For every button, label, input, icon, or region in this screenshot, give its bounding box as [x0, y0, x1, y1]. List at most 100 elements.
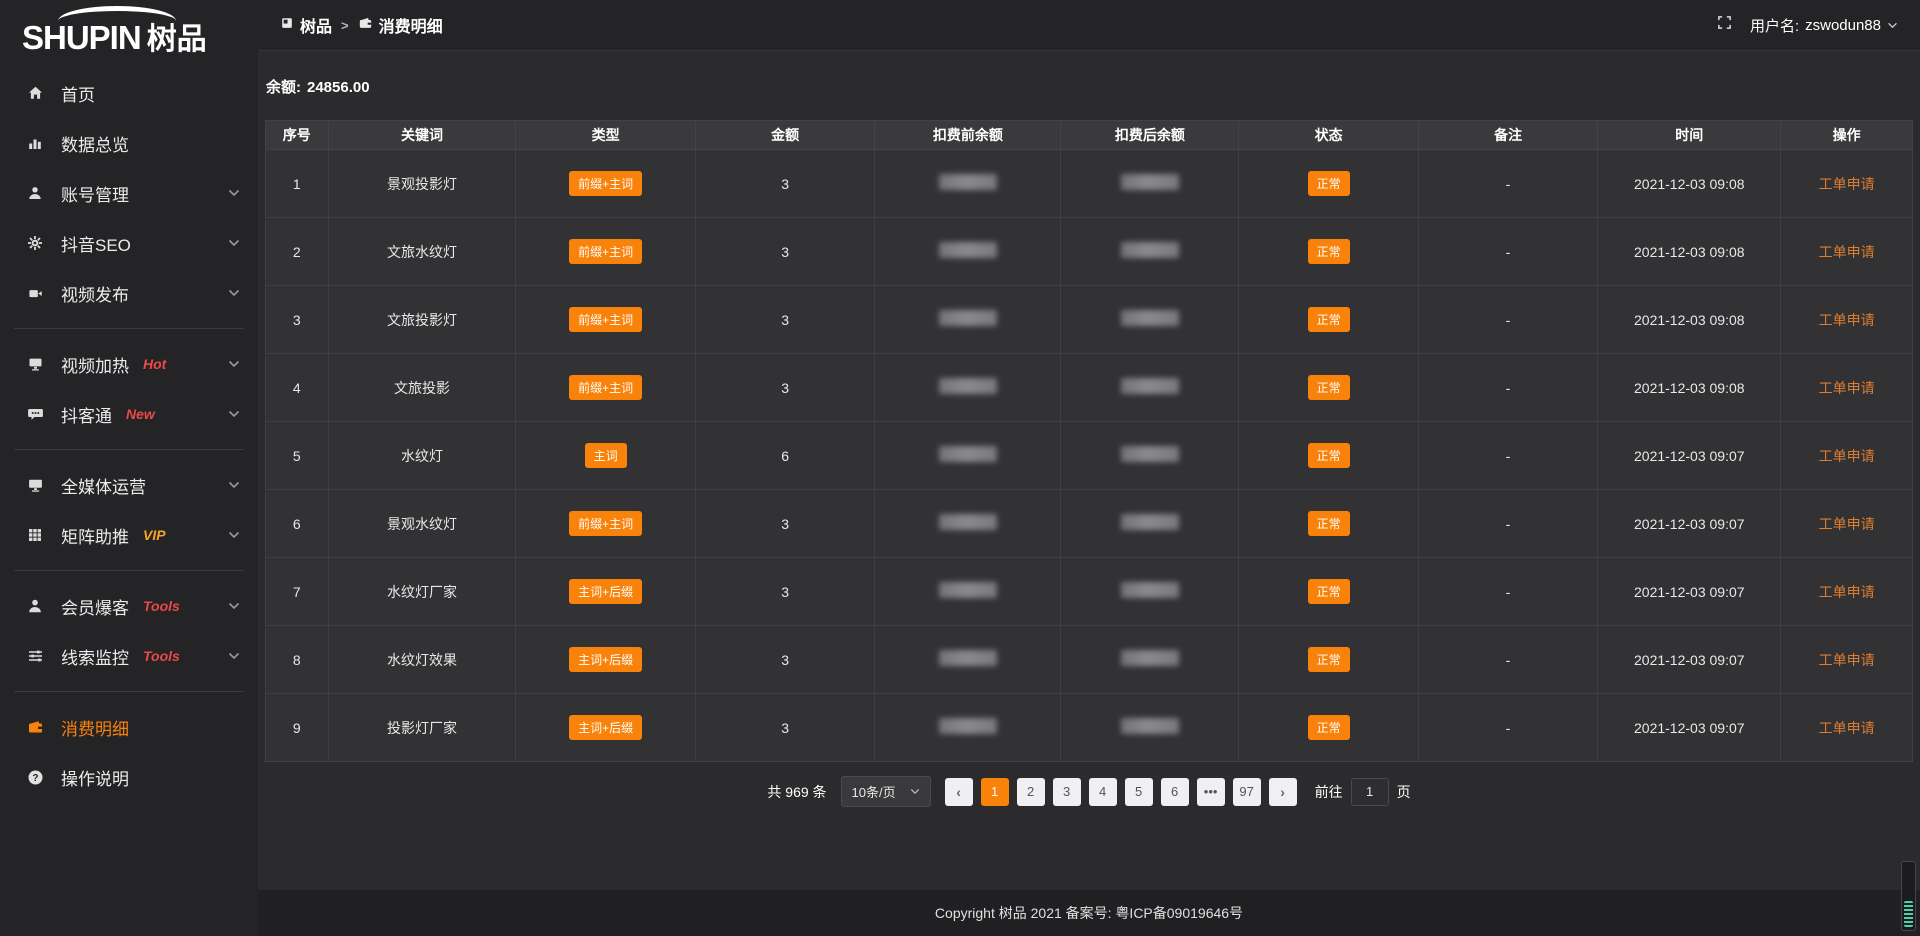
- type-badge: 主词+后缀: [569, 715, 642, 740]
- cell-remark: -: [1418, 286, 1598, 354]
- page-number-button[interactable]: 4: [1089, 778, 1117, 806]
- work-order-link[interactable]: 工单申请: [1819, 448, 1875, 464]
- sidebar-item[interactable]: 全媒体运营: [0, 460, 258, 510]
- sidebar-nav: 首页 数据总览 账号管理: [0, 68, 258, 802]
- masked-balance-before: [939, 446, 997, 462]
- sidebar-item[interactable]: 首页: [0, 68, 258, 118]
- sidebar-item-badge: Tools: [143, 648, 180, 664]
- cell-time: 2021-12-03 09:08: [1598, 286, 1781, 354]
- table-row: 4 文旅投影 前缀+主词 3 正常 - 2021-12-03 09:08 工单申…: [266, 354, 1913, 422]
- page-number-button[interactable]: 2: [1017, 778, 1045, 806]
- sidebar-item[interactable]: ? 操作说明: [0, 752, 258, 802]
- status-badge: 正常: [1308, 375, 1350, 400]
- masked-balance-before: [939, 582, 997, 598]
- chevron-down-icon: [228, 531, 240, 539]
- masked-balance-after: [1121, 446, 1179, 462]
- masked-balance-after: [1121, 242, 1179, 258]
- type-badge: 主词+后缀: [569, 579, 642, 604]
- sidebar-item[interactable]: 数据总览: [0, 118, 258, 168]
- sidebar-item[interactable]: 线索监控 Tools: [0, 631, 258, 681]
- cell-index: 7: [266, 558, 329, 626]
- cell-keyword: 景观投影灯: [328, 150, 516, 218]
- balance-value: 24856.00: [307, 79, 370, 96]
- prev-page-button[interactable]: ‹: [945, 778, 973, 806]
- user-menu[interactable]: 用户名: zswodun88: [1750, 15, 1898, 36]
- copyright-text: Copyright 树品 2021 备案号: 粤ICP备09019646号: [935, 903, 1243, 923]
- cell-index: 1: [266, 150, 329, 218]
- work-order-link[interactable]: 工单申请: [1819, 652, 1875, 668]
- sidebar-item[interactable]: 抖音SEO: [0, 218, 258, 268]
- chat-icon: [24, 405, 46, 423]
- status-badge: 正常: [1308, 715, 1350, 740]
- member-icon: [24, 597, 46, 615]
- page-number-button[interactable]: 6: [1161, 778, 1189, 806]
- cell-amount: 3: [695, 150, 875, 218]
- monitor-icon: [24, 476, 46, 494]
- breadcrumb-home[interactable]: 树品: [280, 13, 332, 37]
- sidebar-item[interactable]: 抖客通 New: [0, 389, 258, 439]
- sidebar-item[interactable]: 视频加热 Hot: [0, 339, 258, 389]
- sidebar-item-badge: Hot: [143, 356, 166, 372]
- type-badge: 主词: [585, 443, 627, 468]
- next-page-button[interactable]: ›: [1269, 778, 1297, 806]
- goto-page-input[interactable]: [1351, 778, 1389, 806]
- work-order-link[interactable]: 工单申请: [1819, 584, 1875, 600]
- table-row: 6 景观水纹灯 前缀+主词 3 正常 - 2021-12-03 09:07 工单…: [266, 490, 1913, 558]
- page-number-button[interactable]: 1: [981, 778, 1009, 806]
- page-number-button[interactable]: 5: [1125, 778, 1153, 806]
- logo[interactable]: SHUPIN树品: [0, 0, 258, 62]
- cell-keyword: 水纹灯厂家: [328, 558, 516, 626]
- cell-amount: 6: [695, 422, 875, 490]
- page-number-button[interactable]: 3: [1053, 778, 1081, 806]
- work-order-link[interactable]: 工单申请: [1819, 720, 1875, 736]
- work-order-link[interactable]: 工单申请: [1819, 312, 1875, 328]
- sidebar-item-label: 线索监控: [61, 644, 129, 669]
- breadcrumb-current[interactable]: 消费明细: [358, 13, 443, 37]
- cell-remark: -: [1418, 694, 1598, 762]
- column-header: 关键词: [328, 121, 516, 150]
- scrollbar[interactable]: [1901, 861, 1916, 931]
- cell-remark: -: [1418, 626, 1598, 694]
- table-row: 2 文旅水纹灯 前缀+主词 3 正常 - 2021-12-03 09:08 工单…: [266, 218, 1913, 286]
- chevron-down-icon: [228, 652, 240, 660]
- page-size-select[interactable]: 10条/页: [841, 776, 931, 807]
- sidebar-item-badge: VIP: [143, 527, 166, 543]
- sidebar-item-label: 全媒体运营: [61, 473, 146, 498]
- cell-amount: 3: [695, 218, 875, 286]
- masked-balance-before: [939, 378, 997, 394]
- masked-balance-before: [939, 718, 997, 734]
- cell-amount: 3: [695, 558, 875, 626]
- masked-balance-before: [939, 310, 997, 326]
- sidebar-item[interactable]: 会员爆客 Tools: [0, 581, 258, 631]
- caret-down-icon: [910, 788, 920, 795]
- goto-suffix: 页: [1397, 782, 1411, 802]
- page-number-button[interactable]: 97: [1233, 778, 1261, 806]
- sidebar-item[interactable]: 消费明细: [0, 702, 258, 752]
- table-row: 3 文旅投影灯 前缀+主词 3 正常 - 2021-12-03 09:08 工单…: [266, 286, 1913, 354]
- sidebar-item[interactable]: 矩阵助推 VIP: [0, 510, 258, 560]
- sidebar-item-label: 矩阵助推: [61, 523, 129, 548]
- sidebar-item[interactable]: 账号管理: [0, 168, 258, 218]
- sidebar-item[interactable]: 视频发布: [0, 268, 258, 318]
- wallet-icon: [358, 16, 373, 35]
- work-order-link[interactable]: 工单申请: [1819, 176, 1875, 192]
- work-order-link[interactable]: 工单申请: [1819, 244, 1875, 260]
- scrollbar-minimap: [1904, 901, 1913, 927]
- page-number-button[interactable]: •••: [1197, 778, 1225, 806]
- column-header: 扣费前余额: [875, 121, 1061, 150]
- status-badge: 正常: [1308, 171, 1350, 196]
- table-row: 9 投影灯厂家 主词+后缀 3 正常 - 2021-12-03 09:07 工单…: [266, 694, 1913, 762]
- cell-index: 5: [266, 422, 329, 490]
- sidebar-item-badge: Tools: [143, 598, 180, 614]
- breadcrumb: 树品 > 消费明细: [280, 13, 443, 37]
- fullscreen-icon[interactable]: [1717, 15, 1732, 35]
- sidebar-item-label: 数据总览: [61, 131, 129, 156]
- masked-balance-after: [1121, 514, 1179, 530]
- work-order-link[interactable]: 工单申请: [1819, 380, 1875, 396]
- dashboard-icon: [280, 16, 294, 35]
- work-order-link[interactable]: 工单申请: [1819, 516, 1875, 532]
- table-body: 1 景观投影灯 前缀+主词 3 正常 - 2021-12-03 09:08 工单…: [266, 150, 1913, 762]
- gear-icon: [24, 234, 46, 252]
- column-header: 时间: [1598, 121, 1781, 150]
- table-row: 8 水纹灯效果 主词+后缀 3 正常 - 2021-12-03 09:07 工单…: [266, 626, 1913, 694]
